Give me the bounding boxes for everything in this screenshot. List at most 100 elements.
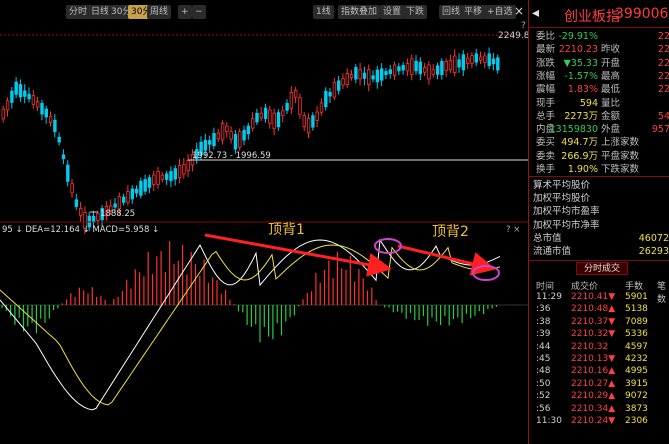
candle — [70, 183, 74, 194]
quote-panel: ◂ 创业板指 399006 委比 -29.91% 22 最新 2210.23 昨收 22 涨跌… — [528, 0, 669, 444]
index-overlay-button[interactable]: 指数叠加 — [338, 5, 381, 19]
quote-value-2: 22 — [657, 84, 669, 96]
candle — [164, 173, 169, 180]
tick-price: 2210.37▼ — [571, 316, 616, 327]
down-button[interactable]: 下跌 — [403, 5, 428, 19]
line-button[interactable]: 1线 — [313, 5, 334, 19]
tab-tick-trades[interactable]: 分时成交 — [576, 262, 628, 275]
tick-row: :48 2210.16▲ 4995 — [529, 366, 669, 378]
settings-button[interactable]: 设置 — [380, 5, 405, 19]
tick-volume: 4232 — [625, 354, 648, 364]
quote-label-2: 最高 — [601, 70, 621, 82]
candle — [440, 61, 444, 76]
candle — [410, 58, 414, 75]
tick-time: :36 — [536, 304, 551, 315]
chart-area[interactable]: 分时 日线 30分 30分 周线 + − 1线 指数叠加 设置 下跌 回线 平移… — [0, 0, 528, 444]
zoom-out-button[interactable]: − — [192, 5, 206, 19]
quote-value: -29.91% — [558, 31, 598, 42]
quote-value: 2210.23 — [558, 44, 598, 56]
tick-header-price: 成交价 — [571, 282, 599, 292]
tick-price: 2210.41▼ — [571, 292, 616, 302]
candle — [31, 95, 36, 105]
quote-label: 震幅 — [536, 84, 556, 96]
candle — [18, 84, 23, 98]
candle — [169, 171, 173, 182]
candle — [66, 164, 70, 182]
candle — [147, 177, 152, 188]
candle — [225, 125, 229, 133]
tick-row: 11:29 2210.41▼ 5901 — [529, 292, 669, 304]
candle — [113, 203, 117, 208]
candle — [139, 180, 143, 196]
candle — [397, 66, 401, 72]
indicator-value: 46072 — [638, 232, 669, 244]
candle — [117, 196, 122, 210]
tick-row: :36 2210.48▲ 5138 — [529, 304, 669, 316]
add-watchlist-button[interactable]: +自选 — [484, 5, 516, 19]
macd-help-icon[interactable]: ? × — [506, 225, 520, 235]
macd-histogram — [1, 241, 498, 343]
tick-price: 2210.32 — [571, 341, 609, 352]
candle — [276, 112, 281, 128]
candle — [474, 53, 478, 63]
annotation-top-divergence-1: 顶背1 — [268, 222, 305, 238]
quote-value-2: 22 — [657, 70, 669, 82]
tick-header-time: 时间 — [536, 282, 555, 292]
back-line-button[interactable]: 回线 — [439, 5, 464, 19]
candle — [306, 118, 311, 134]
tick-price: 2210.24▼ — [571, 416, 616, 426]
candle — [311, 115, 315, 128]
tick-time: 11:29 — [536, 292, 562, 302]
candle — [496, 57, 500, 71]
candle — [259, 112, 263, 119]
candle — [156, 170, 160, 185]
pan-button[interactable]: 平移 — [461, 5, 486, 19]
quote-row: 现手 594 量比 — [529, 98, 669, 110]
candle — [431, 69, 435, 75]
tick-price: 2210.16▲ — [571, 366, 616, 377]
quote-row: 涨幅 -1.57% 最高 22 — [529, 71, 669, 83]
candle — [122, 196, 126, 203]
indicator-value: 26293 — [638, 246, 669, 257]
quote-value-2: 22 — [657, 57, 669, 69]
candle — [173, 168, 177, 180]
chart-canvas[interactable]: 2249.88 ? 1992.73 - 1996.59 1888.25 95 ↓… — [0, 20, 528, 444]
candle — [453, 55, 457, 73]
candle — [74, 199, 79, 207]
tab-weekly[interactable]: 周线 — [147, 5, 172, 19]
tick-volume: 4995 — [625, 366, 648, 377]
candle — [379, 68, 384, 81]
candle — [448, 60, 453, 71]
tab-intraday[interactable]: 分时 — [66, 5, 91, 19]
divergence-arrow-2 — [397, 244, 496, 276]
candle — [401, 65, 405, 71]
candle — [457, 59, 461, 68]
candle — [212, 133, 216, 147]
back-arrow-icon[interactable]: ◂ — [532, 5, 539, 21]
tick-row: :45 2210.13▼ 4232 — [529, 354, 669, 366]
tick-volume: 7089 — [625, 316, 648, 327]
zoom-in-button[interactable]: + — [178, 5, 192, 19]
help-icon[interactable]: ? — [521, 21, 526, 31]
range-label: 1992.73 - 1996.59 — [192, 151, 271, 161]
tick-volume: 3915 — [625, 378, 648, 389]
candle — [358, 69, 362, 80]
candle — [160, 174, 165, 180]
close-icon[interactable]: × — [514, 4, 524, 18]
chart-toolbar: 分时 日线 30分 30分 周线 + − 1线 指数叠加 设置 下跌 回线 平移… — [0, 2, 528, 20]
quote-value-2: 22 — [657, 44, 669, 56]
quote-label-2: 平盘家数 — [601, 150, 640, 162]
candle — [5, 100, 10, 111]
candle — [332, 82, 337, 98]
candle — [263, 107, 268, 120]
security-name: 创业板指 — [564, 9, 620, 25]
candle — [177, 165, 182, 179]
candle — [40, 102, 44, 115]
tick-price: 2210.13▼ — [571, 354, 616, 364]
candle — [289, 92, 294, 109]
indicator-label: 算术平均股价 — [533, 180, 591, 191]
candle — [285, 102, 289, 111]
quote-row: 最新 2210.23 昨收 22 — [529, 44, 669, 56]
quote-label-2: 昨收 — [601, 44, 621, 56]
tick-row: :38 2210.37▼ 7089 — [529, 317, 669, 329]
